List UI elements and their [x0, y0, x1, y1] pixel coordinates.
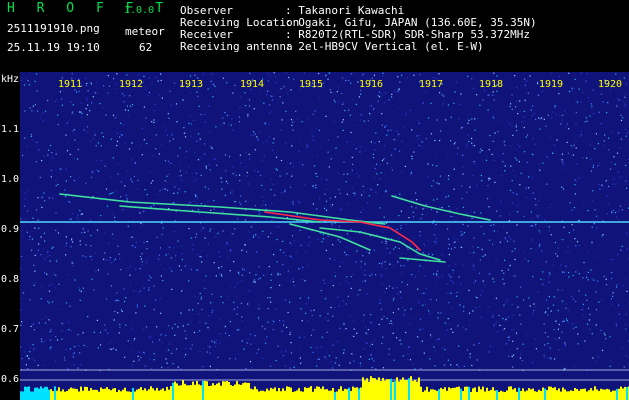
echo-trace-2	[119, 205, 321, 223]
y-tick-0-7: 0.7	[1, 324, 20, 335]
x-tick-1915: 1915	[299, 79, 324, 90]
x-tick-1912: 1912	[119, 79, 144, 90]
x-tick-1919: 1919	[539, 79, 564, 90]
echo-trace-4	[319, 227, 441, 261]
x-tick-1916: 1916	[359, 79, 384, 90]
spectrogram-canvas	[20, 72, 629, 400]
y-tick-1-0: 1.0	[1, 174, 20, 185]
app-version: 1.0.0	[124, 5, 155, 16]
timestamp: 25.11.19 19:10	[7, 41, 100, 54]
echo-trace-3	[289, 223, 371, 251]
y-tick-1-1: 1.1	[1, 124, 20, 135]
y-tick-0-9: 0.9	[1, 224, 20, 235]
x-tick-1913: 1913	[179, 79, 204, 90]
spectrogram-plot	[20, 72, 629, 400]
header-panel: H R O F F T 1.0.0 2511191910.png 25.11.1…	[0, 0, 629, 72]
y-axis	[0, 72, 20, 400]
x-tick-1917: 1917	[419, 79, 444, 90]
meteor-label: meteor	[125, 25, 165, 38]
file-name: 2511191910.png	[7, 22, 100, 35]
x-tick-1914: 1914	[240, 79, 265, 90]
x-tick-1911: 1911	[58, 79, 83, 90]
y-tick-0-6: 0.6	[1, 374, 20, 385]
x-tick-1920: 1920	[598, 79, 623, 90]
info-key-antenna: Receiving antenna	[180, 40, 293, 53]
echo-trace-1	[59, 193, 386, 225]
meteor-count: 62	[139, 41, 153, 54]
x-tick-1918: 1918	[479, 79, 504, 90]
y-axis-unit: kHz	[1, 74, 20, 85]
info-value-antenna: : 2el-HB9CV Vertical (el. E-W)	[285, 40, 484, 53]
echo-trace-6	[391, 195, 491, 221]
y-tick-0-8: 0.8	[1, 274, 20, 285]
